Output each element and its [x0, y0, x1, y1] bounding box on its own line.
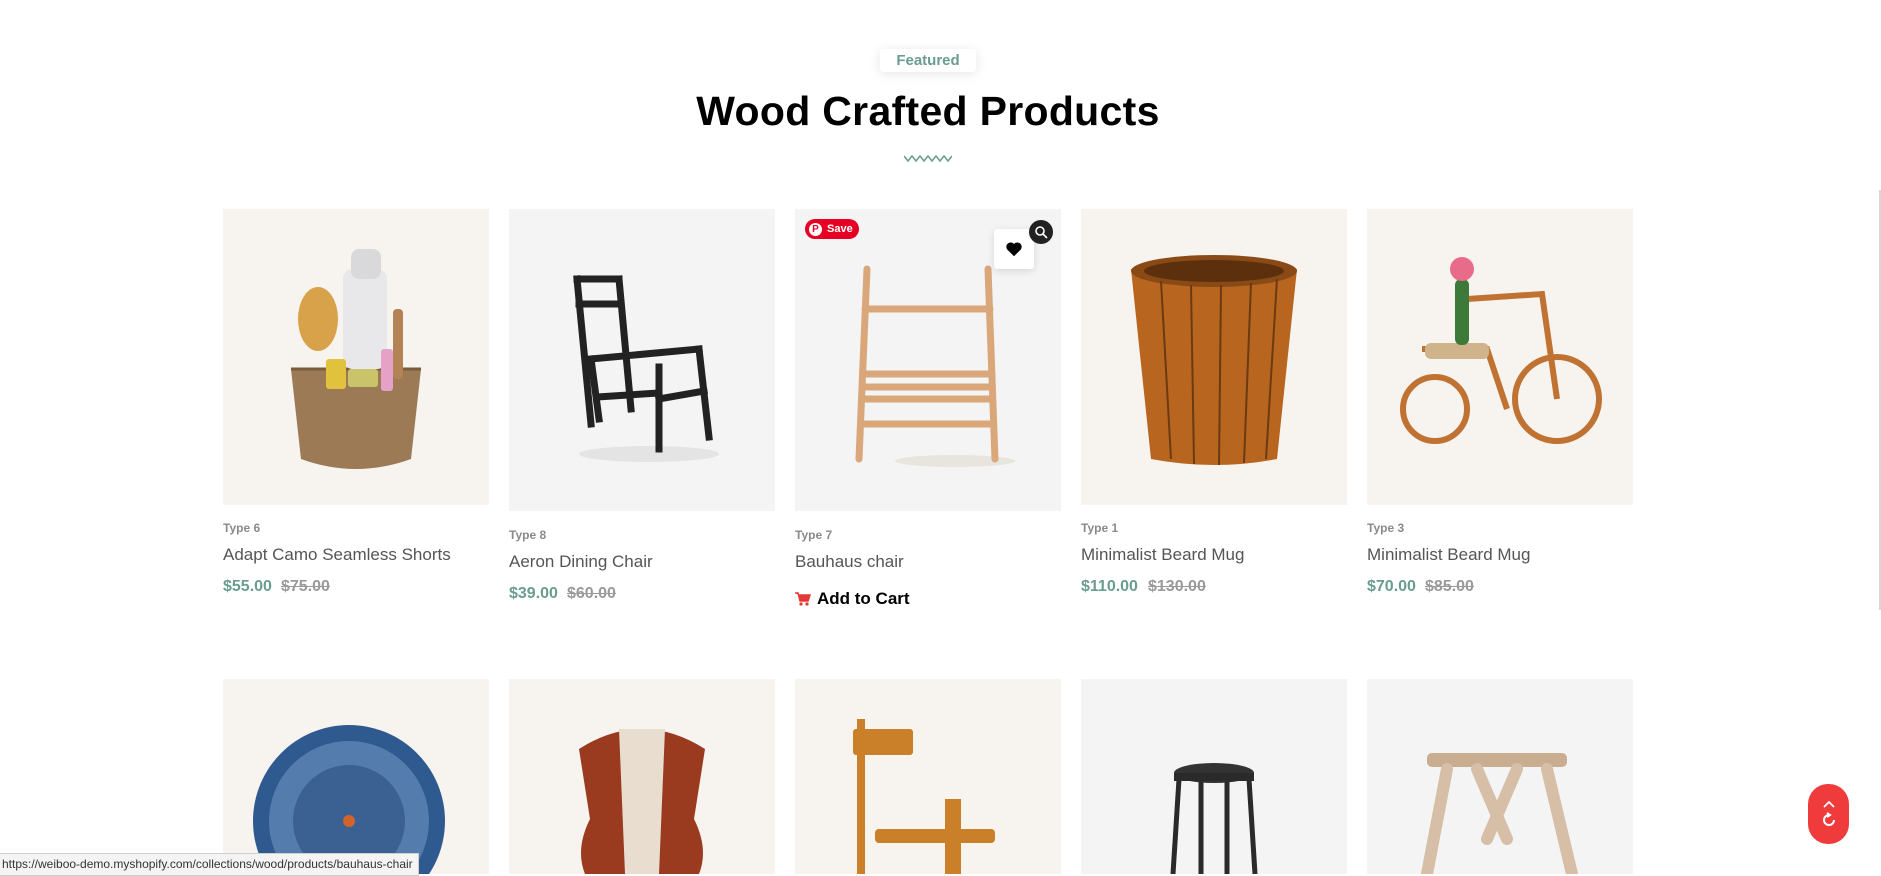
product-old-price: $130.00: [1148, 578, 1206, 595]
heart-icon: [1006, 242, 1022, 257]
product-type: Type 6: [223, 521, 261, 535]
product-type: Type 3: [1367, 521, 1405, 535]
product-name[interactable]: Minimalist Beard Mug: [1081, 545, 1244, 565]
product-image[interactable]: [795, 679, 1061, 874]
product-old-price: $75.00: [281, 578, 330, 595]
product-type: Type 8: [509, 528, 547, 542]
product-name[interactable]: Adapt Camo Seamless Shorts: [223, 545, 451, 565]
product-old-price: $60.00: [567, 585, 616, 602]
refresh-icon: [1822, 812, 1835, 826]
pinterest-save-label: Save: [827, 223, 853, 235]
scroll-to-top-button[interactable]: [1808, 784, 1849, 844]
product-type: Type 7: [795, 528, 833, 542]
quick-view-icon[interactable]: [1029, 220, 1053, 244]
product-name[interactable]: Minimalist Beard Mug: [1367, 545, 1530, 565]
browser-status-url: https://weiboo-demo.myshopify.com/collec…: [0, 853, 419, 876]
add-to-cart-button[interactable]: Add to Cart: [795, 589, 910, 609]
add-to-cart-label: Add to Cart: [817, 589, 910, 608]
wishlist-button[interactable]: [994, 229, 1034, 269]
zigzag-divider-icon: [904, 154, 952, 163]
section-title: Wood Crafted Products: [696, 88, 1160, 134]
product-price: $110.00: [1081, 578, 1138, 595]
cart-icon: [795, 592, 811, 606]
product-type: Type 1: [1081, 521, 1119, 535]
product-image[interactable]: [1081, 679, 1347, 874]
product-image[interactable]: [509, 209, 775, 511]
chevron-up-icon: [1822, 800, 1835, 808]
product-image[interactable]: [223, 679, 489, 874]
product-name[interactable]: Aeron Dining Chair: [509, 552, 653, 572]
product-image[interactable]: [509, 679, 775, 874]
product-price: $55.00: [223, 578, 272, 595]
product-price: $39.00: [509, 585, 558, 602]
product-image[interactable]: [1081, 209, 1347, 505]
pinterest-save-button[interactable]: P Save: [805, 219, 859, 239]
product-name[interactable]: Bauhaus chair: [795, 552, 904, 572]
product-image[interactable]: [1367, 209, 1633, 505]
product-price: $70.00: [1367, 578, 1416, 595]
featured-badge: Featured: [880, 49, 976, 72]
pinterest-icon: P: [809, 222, 822, 236]
product-old-price: $85.00: [1425, 578, 1474, 595]
product-image[interactable]: [1367, 679, 1633, 874]
product-image[interactable]: [223, 209, 489, 505]
